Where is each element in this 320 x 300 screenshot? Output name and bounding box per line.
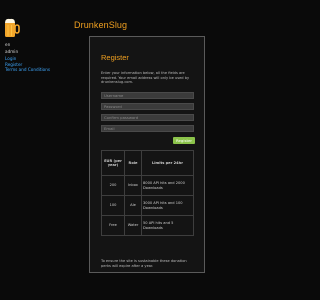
site-title[interactable]: DrunkenSlug <box>74 20 127 30</box>
column-header-eur: EUR (per year) <box>101 150 125 176</box>
price-cell: 100 <box>101 195 125 216</box>
table-row: Free Water 50 API hits and 5 Downloads <box>101 215 194 236</box>
register-button[interactable]: Register <box>173 137 195 144</box>
password-field[interactable]: Password <box>101 103 194 110</box>
table-row: 200 Inbox 8000 API hits and 2000 Downloa… <box>101 175 194 196</box>
donation-note: To ensure the site is sustainable these … <box>101 259 187 268</box>
role-cell: Water <box>124 215 142 236</box>
current-user: admin <box>5 48 19 54</box>
column-header-role: Role <box>124 150 142 176</box>
username-field[interactable]: Username <box>101 92 194 99</box>
role-cell: Inbox <box>124 175 142 196</box>
sidebar: en admin Login Register Terms and Condit… <box>5 42 60 73</box>
email-field[interactable]: Email <box>101 125 194 132</box>
price-cell: 200 <box>101 175 125 196</box>
register-panel: Register Enter your information below, a… <box>89 36 205 273</box>
register-intro: Enter your information below, all the fi… <box>101 71 190 85</box>
pricing-table: EUR (per year) Role Limits per 24hr 200 … <box>101 150 194 236</box>
role-cell: Ale <box>124 195 142 216</box>
table-row: 100 Ale 3000 API hits and 100 Downloads <box>101 195 194 216</box>
table-header-row: EUR (per year) Role Limits per 24hr <box>101 150 194 176</box>
limits-cell: 8000 API hits and 2000 Downloads <box>141 175 194 196</box>
confirm-password-field[interactable]: Confirm password <box>101 114 194 121</box>
terms-link[interactable]: Terms and Conditions <box>5 67 60 73</box>
beer-mug-icon <box>4 16 20 38</box>
register-heading: Register <box>101 53 129 62</box>
limits-cell: 3000 API hits and 100 Downloads <box>141 195 194 216</box>
column-header-limits: Limits per 24hr <box>141 150 194 176</box>
language-indicator: en <box>5 42 11 47</box>
price-cell: Free <box>101 215 125 236</box>
limits-cell: 50 API hits and 5 Downloads <box>141 215 194 236</box>
